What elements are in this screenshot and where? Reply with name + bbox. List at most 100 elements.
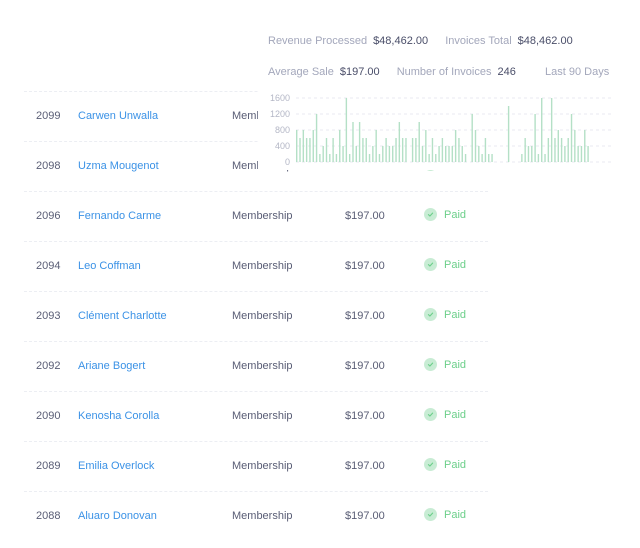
chart-bar[interactable] [474, 130, 477, 162]
chart-bar[interactable] [368, 154, 371, 162]
chart-bar[interactable] [471, 114, 473, 162]
chart-bar[interactable] [451, 146, 454, 162]
chart-bar[interactable] [382, 146, 384, 162]
customer-name-link[interactable]: Carwen Unwalla [78, 110, 158, 122]
chart-bar[interactable] [461, 146, 463, 162]
chart-bar[interactable] [537, 154, 540, 162]
stat-invoices-total: Invoices Total $48,462.00 [445, 35, 573, 47]
chart-bar[interactable] [372, 146, 374, 162]
chart-bar[interactable] [358, 122, 361, 162]
period-selector[interactable]: Last 90 Days [545, 66, 609, 78]
invoice-row[interactable]: 2093 Clément Charlotte Membership $197.00 Pa… [24, 291, 488, 341]
chart-bar[interactable] [587, 146, 589, 162]
chart-bar[interactable] [435, 154, 437, 162]
chart-bar[interactable] [329, 154, 331, 162]
chart-bar[interactable] [524, 138, 526, 162]
chart-bar[interactable] [335, 154, 338, 162]
chart-bar[interactable] [478, 146, 480, 162]
chart-bar[interactable] [395, 138, 397, 162]
customer-name-link[interactable]: Ariane Bogert [78, 360, 145, 372]
chart-bar[interactable] [574, 130, 576, 162]
chart-bar[interactable] [302, 130, 305, 162]
chart-bar[interactable] [405, 138, 407, 162]
chart-bar[interactable] [560, 138, 563, 162]
customer-name-link[interactable]: Fernando Carme [78, 210, 161, 222]
invoice-row[interactable]: 2090 Kenosha Corolla Membership $197.00 Paid [24, 391, 488, 441]
chart-bar[interactable] [481, 154, 483, 162]
chart-bar[interactable] [580, 146, 583, 162]
chart-bar[interactable] [299, 138, 301, 162]
chart-bar[interactable] [431, 138, 434, 162]
customer-name-link[interactable]: Leo Coffman [78, 260, 141, 272]
customer-name-link[interactable]: Uzma Mougenot [78, 160, 159, 172]
chart-bar[interactable] [375, 130, 377, 162]
invoice-row[interactable]: 2094 Leo Coffman Membership $197.00 Paid [24, 241, 488, 291]
chart-bar[interactable] [441, 138, 444, 162]
chart-bar[interactable] [448, 146, 450, 162]
chart-bar[interactable] [392, 146, 394, 162]
chart-bar[interactable] [534, 114, 536, 162]
chart-bar[interactable] [319, 154, 321, 162]
chart-bar[interactable] [491, 154, 493, 162]
chart-bar[interactable] [305, 138, 308, 162]
chart-bar[interactable] [345, 98, 348, 162]
chart-bar[interactable] [385, 138, 387, 162]
chart-bar[interactable] [315, 114, 318, 162]
chart-bar[interactable] [438, 146, 440, 162]
chart-bar[interactable] [564, 146, 566, 162]
chart-bar[interactable] [296, 130, 298, 162]
chart-bar[interactable] [355, 146, 357, 162]
chart-bar[interactable] [309, 138, 311, 162]
invoice-row[interactable]: 2096 Fernando Carme Membership $197.00 Paid [24, 191, 488, 241]
chart-bar[interactable] [567, 138, 569, 162]
chart-bar[interactable] [325, 138, 328, 162]
invoice-row[interactable]: 2089 Emilia Overlock Membership $197.00 Paid [24, 441, 488, 491]
chart-bar[interactable] [557, 130, 559, 162]
chart-bar[interactable] [577, 146, 579, 162]
customer-name-link[interactable]: Aluaro Donovan [78, 510, 157, 522]
chart-bar[interactable] [554, 138, 556, 162]
chart-bar[interactable] [428, 154, 430, 162]
chart-bar[interactable] [348, 154, 351, 162]
chart-bar[interactable] [342, 146, 344, 162]
chart-bar[interactable] [312, 130, 314, 162]
chart-bar[interactable] [454, 130, 457, 162]
chart-bar[interactable] [464, 154, 467, 162]
chart-bar[interactable] [484, 138, 487, 162]
chart-bar[interactable] [445, 146, 447, 162]
chart-bar[interactable] [415, 138, 417, 162]
chart-bar[interactable] [339, 130, 341, 162]
chart-bar[interactable] [550, 98, 553, 162]
chart-bar[interactable] [507, 106, 510, 162]
customer-name-link[interactable]: Emilia Overlock [78, 460, 154, 472]
customer-name-link[interactable]: Kenosha Corolla [78, 410, 159, 422]
invoice-type: Membership [232, 410, 293, 422]
chart-bar[interactable] [401, 138, 404, 162]
chart-bar[interactable] [488, 154, 490, 162]
chart-bar[interactable] [332, 138, 334, 162]
customer-name-link[interactable]: Clément Charlotte [78, 310, 167, 322]
chart-bar[interactable] [544, 154, 546, 162]
chart-bar[interactable] [570, 114, 573, 162]
chart-bar[interactable] [531, 146, 533, 162]
chart-bar[interactable] [547, 138, 550, 162]
chart-bar[interactable] [541, 98, 543, 162]
chart-bar[interactable] [418, 122, 420, 162]
invoice-id: 2094 [36, 260, 61, 272]
chart-bar[interactable] [322, 146, 324, 162]
chart-bar[interactable] [352, 122, 354, 162]
chart-bar[interactable] [584, 130, 586, 162]
chart-bar[interactable] [362, 138, 364, 162]
chart-bar[interactable] [421, 146, 424, 162]
chart-bar[interactable] [398, 122, 401, 162]
chart-bar[interactable] [411, 138, 414, 162]
invoice-row[interactable]: 2092 Ariane Bogert Membership $197.00 Paid [24, 341, 488, 391]
chart-bar[interactable] [527, 146, 530, 162]
chart-bar[interactable] [388, 146, 391, 162]
chart-bar[interactable] [521, 154, 523, 162]
chart-bar[interactable] [458, 138, 460, 162]
chart-bar[interactable] [378, 154, 381, 162]
chart-bar[interactable] [365, 138, 367, 162]
invoice-row[interactable]: 2088 Aluaro Donovan Membership $197.00 Paid [24, 491, 488, 541]
chart-bar[interactable] [425, 130, 427, 162]
